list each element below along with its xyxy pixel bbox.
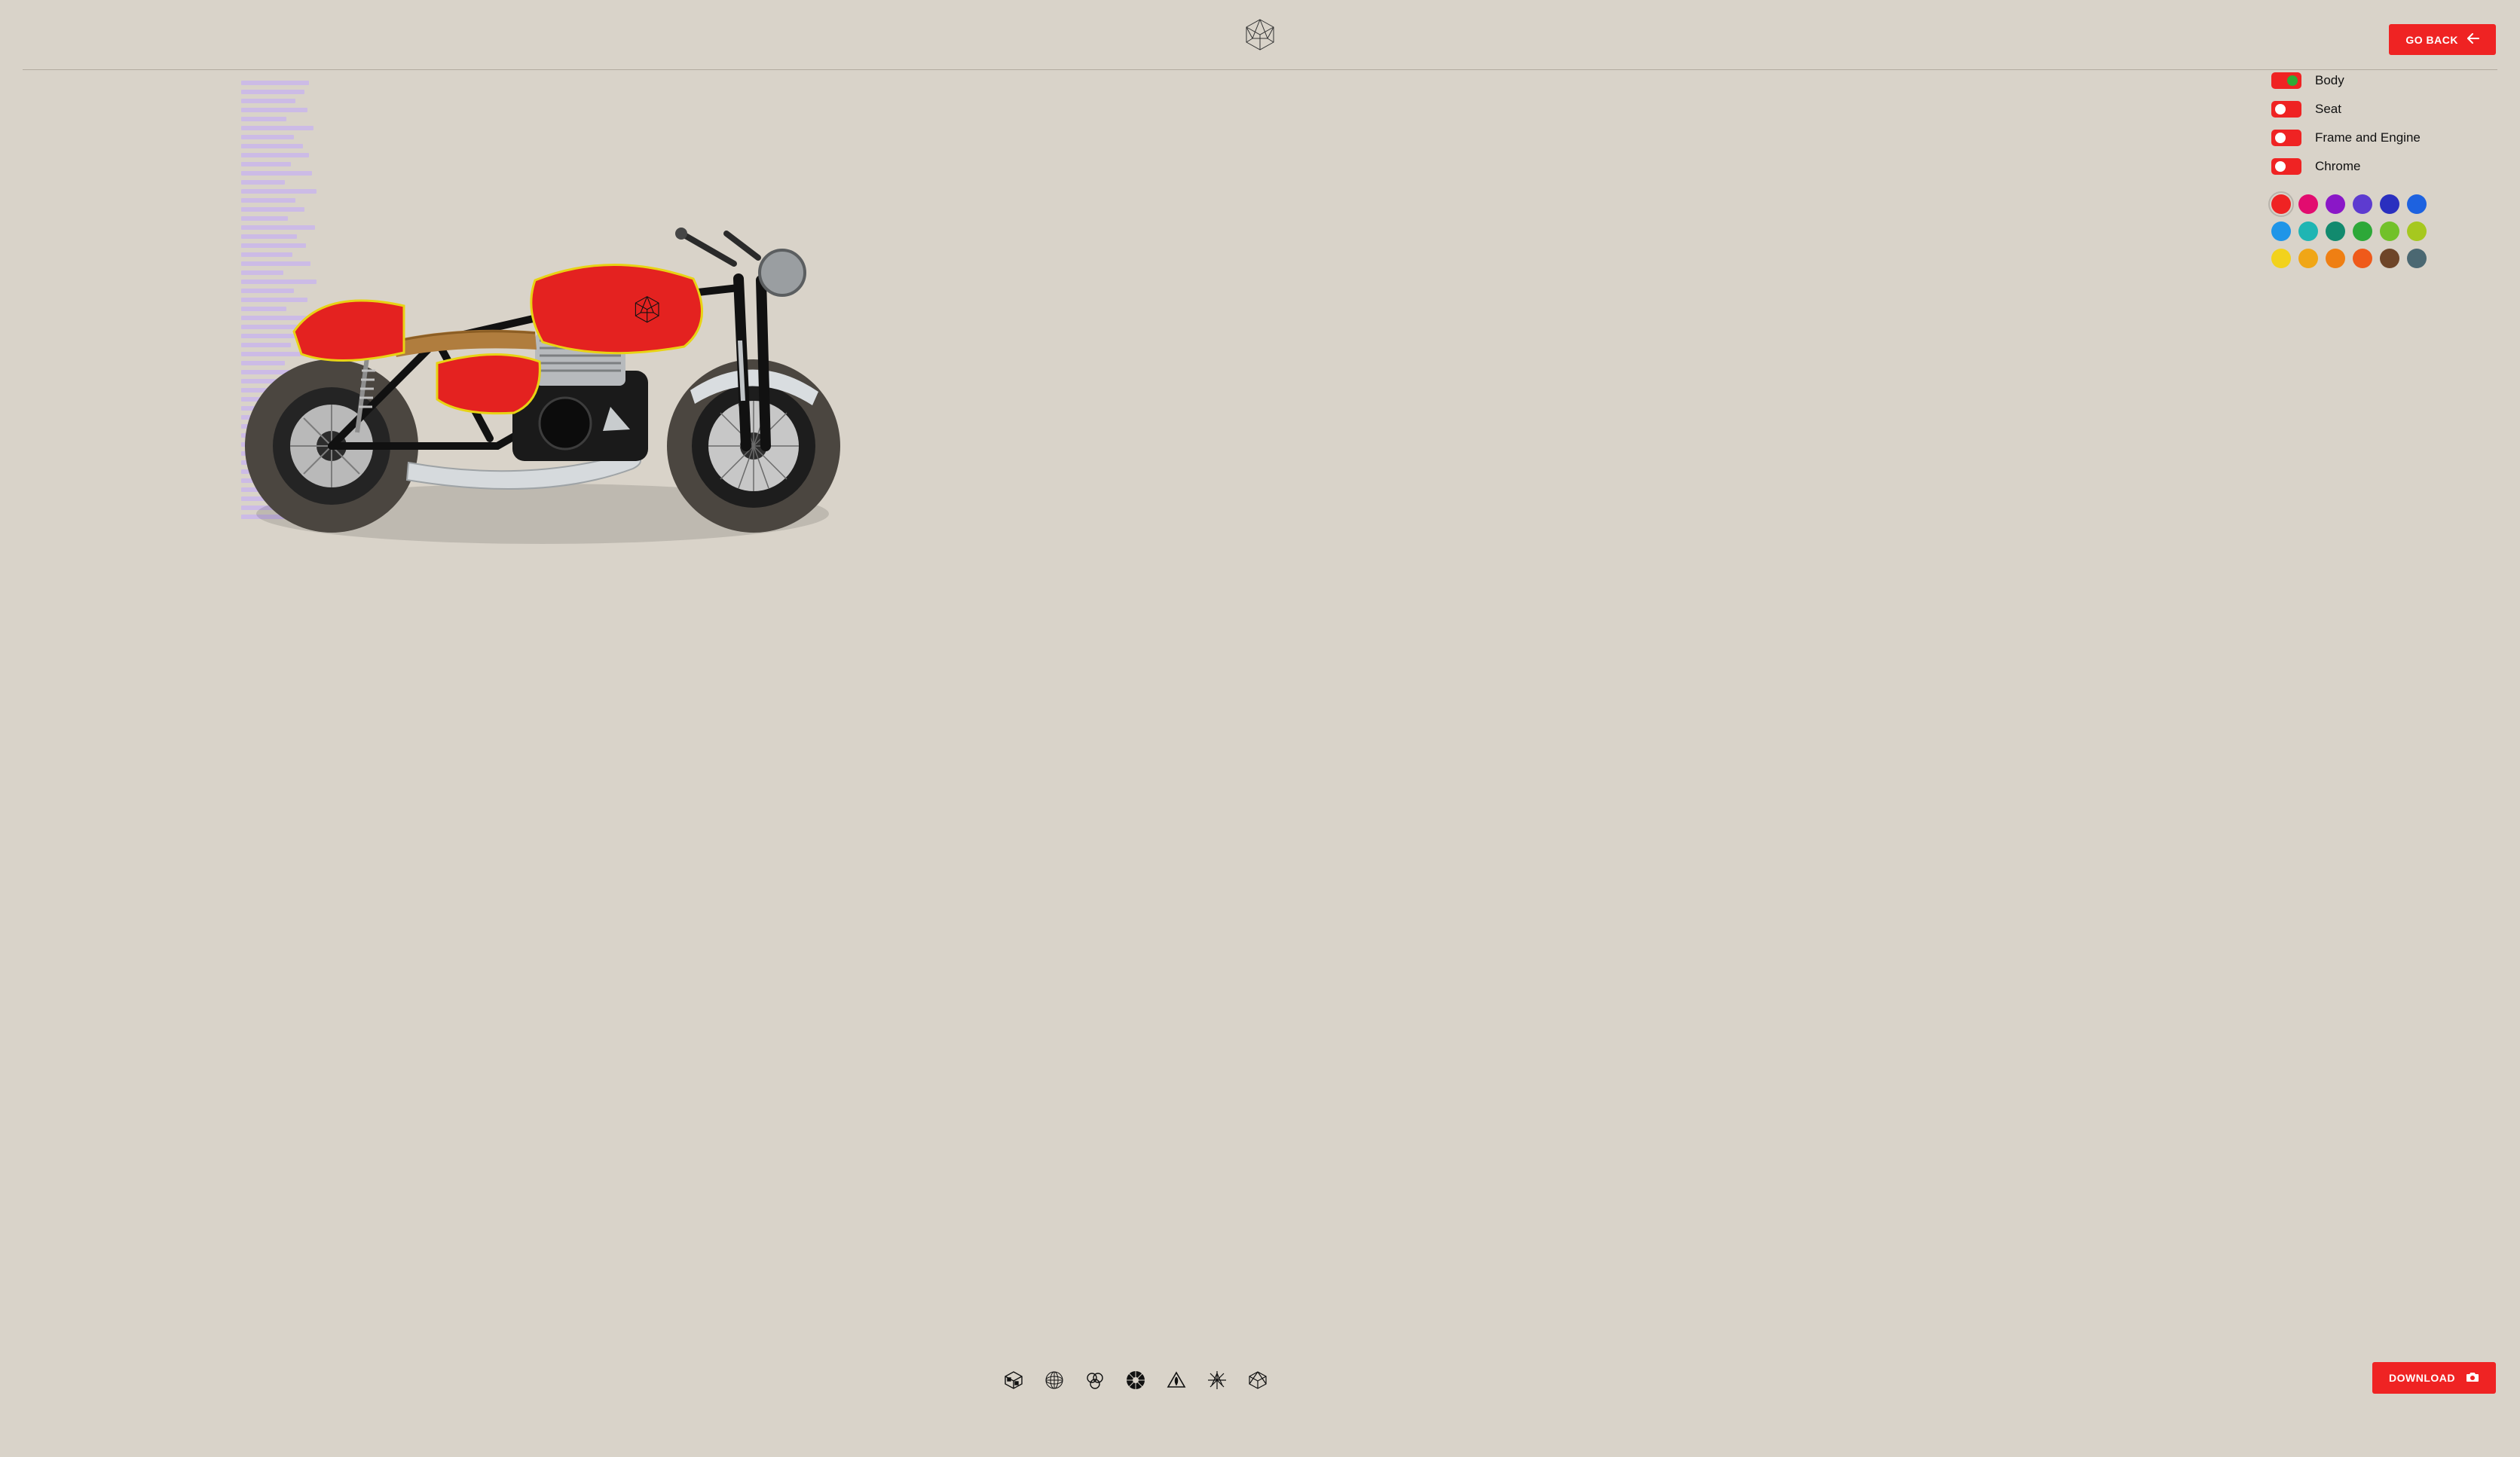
color-swatch[interactable] [2380,249,2399,268]
color-swatch[interactable] [2380,221,2399,241]
color-swatch[interactable] [2407,221,2427,241]
customization-panel: Body Seat Frame and Engine Chrome [2271,72,2490,268]
toggle-seat[interactable] [2271,101,2301,118]
texture-radial-icon[interactable] [1125,1370,1146,1391]
color-swatch[interactable] [2407,194,2427,214]
app-logo-icon [1243,18,1277,51]
go-back-label: GO BACK [2405,34,2458,46]
color-swatch[interactable] [2298,221,2318,241]
texture-cube-icon[interactable] [1003,1370,1024,1391]
color-swatch[interactable] [2271,249,2291,268]
texture-globe-icon[interactable] [1044,1370,1065,1391]
color-swatch[interactable] [2326,249,2345,268]
download-button[interactable]: DOWNLOAD [2372,1362,2496,1394]
toggle-row-seat: Seat [2271,101,2490,118]
color-swatch[interactable] [2353,194,2372,214]
color-swatch[interactable] [2271,221,2291,241]
toggle-label: Frame and Engine [2315,130,2421,145]
go-back-button[interactable]: GO BACK [2389,24,2496,55]
texture-fire-icon[interactable] [1166,1370,1187,1391]
color-swatch[interactable] [2353,221,2372,241]
texture-cells-icon[interactable] [1084,1370,1106,1391]
texture-toolbar [0,1370,2271,1391]
toggle-label: Body [2315,73,2344,88]
motorcycle-model [211,145,874,555]
arrow-left-icon [2467,33,2479,46]
color-swatch[interactable] [2298,249,2318,268]
toggle-body[interactable] [2271,72,2301,89]
viewport-3d[interactable] [0,69,2271,1419]
toggle-row-body: Body [2271,72,2490,89]
color-swatch[interactable] [2353,249,2372,268]
toggle-row-chrome: Chrome [2271,158,2490,175]
toggle-row-frame-and-engine: Frame and Engine [2271,130,2490,146]
texture-spark-icon[interactable] [1206,1370,1228,1391]
color-swatch[interactable] [2407,249,2427,268]
color-swatch[interactable] [2298,194,2318,214]
toggle-label: Chrome [2315,159,2360,174]
texture-prism-icon[interactable] [1247,1370,1268,1391]
color-swatch[interactable] [2326,221,2345,241]
color-swatch[interactable] [2271,194,2291,214]
download-label: DOWNLOAD [2389,1372,2455,1384]
toggle-frame-and-engine[interactable] [2271,130,2301,146]
toggle-label: Seat [2315,102,2341,117]
header: GO BACK [0,0,2520,69]
toggle-chrome[interactable] [2271,158,2301,175]
color-swatch[interactable] [2326,194,2345,214]
camera-icon [2466,1371,2479,1385]
color-swatch[interactable] [2380,194,2399,214]
app-root: GO BACK [0,0,2520,1419]
color-palette [2271,194,2445,268]
